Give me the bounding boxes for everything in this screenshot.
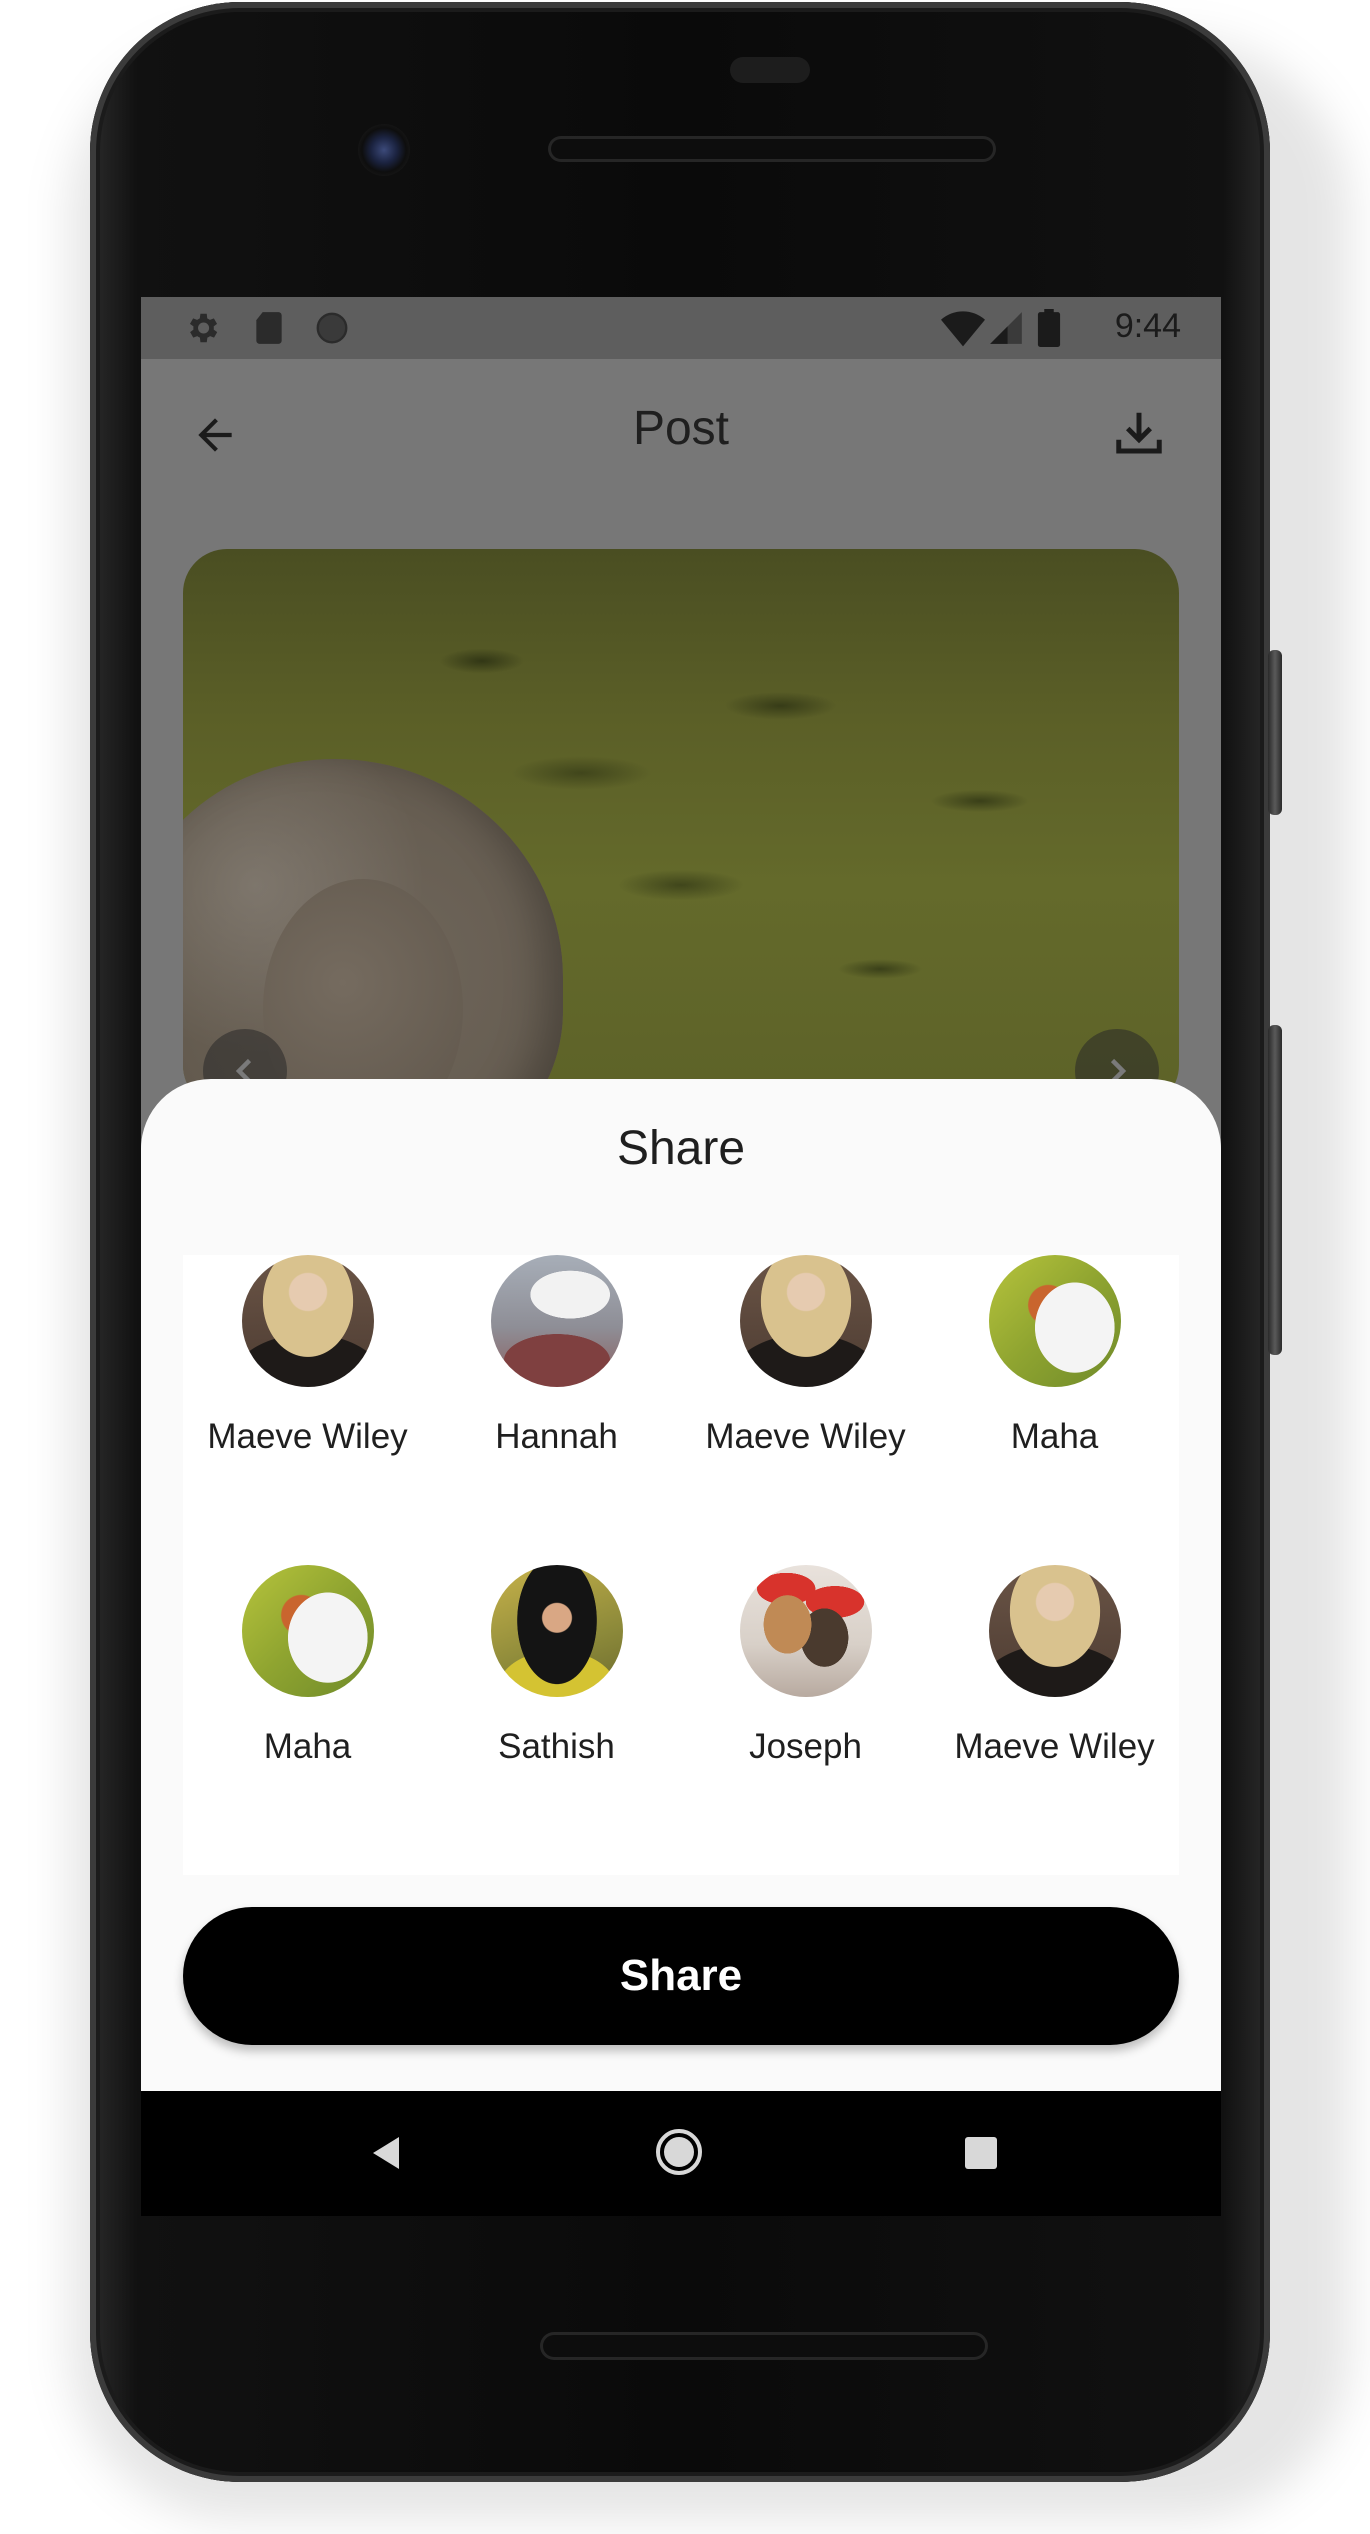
contact-item[interactable]: Maha [183, 1565, 432, 1875]
avatar [988, 1565, 1121, 1697]
front-camera [358, 124, 410, 176]
avatar [241, 1255, 374, 1387]
power-button [1268, 650, 1282, 815]
volume-button [1268, 1025, 1282, 1355]
download-button[interactable] [1107, 401, 1171, 465]
sheep-fleece [263, 879, 463, 1109]
contact-item[interactable]: Maeve Wiley [681, 1255, 930, 1565]
status-bar: 9:44 [141, 297, 1221, 359]
contact-name: Maeve Wiley [954, 1727, 1155, 1766]
avatar [739, 1255, 872, 1387]
triangle-back-icon[interactable] [367, 2133, 407, 2173]
contact-name: Joseph [749, 1727, 862, 1766]
circle-home-icon[interactable] [654, 2127, 704, 2177]
download-icon [1116, 412, 1162, 454]
contact-item[interactable]: Hannah [432, 1255, 681, 1565]
wifi-icon [941, 311, 985, 347]
avatar [988, 1255, 1121, 1387]
contact-item[interactable]: Maeve Wiley [930, 1565, 1179, 1875]
contact-item[interactable]: Maha [930, 1255, 1179, 1565]
circle-icon [316, 312, 348, 344]
avatar [739, 1565, 872, 1697]
contact-name: Maeve Wiley [207, 1417, 408, 1456]
signal-icon [990, 312, 1022, 344]
screen: 9:44 Post Share Maeve Wiley Hannah Maeve… [141, 297, 1221, 2091]
square-recents-icon[interactable] [965, 2137, 997, 2169]
contact-item[interactable]: Sathish [432, 1565, 681, 1875]
status-time: 9:44 [1114, 307, 1181, 345]
avatar [490, 1565, 623, 1697]
contact-grid: Maeve Wiley Hannah Maeve Wiley Maha Maha… [183, 1255, 1179, 1875]
contact-name: Maeve Wiley [705, 1417, 906, 1456]
battery-icon [1037, 309, 1061, 347]
bottom-speaker [540, 2332, 988, 2360]
contact-name: Maha [263, 1727, 352, 1766]
share-button[interactable]: Share [183, 1907, 1179, 2045]
system-nav-bar [141, 2091, 1221, 2216]
avatar [490, 1255, 623, 1387]
sd-card-icon [256, 312, 282, 344]
contact-name: Hannah [495, 1417, 618, 1456]
page-title: Post [632, 402, 730, 455]
device-frame: 9:44 Post Share Maeve Wiley Hannah Maeve… [0, 0, 1370, 2534]
phone-sensor [730, 57, 810, 83]
contact-name: Maha [1010, 1417, 1099, 1456]
top-speaker [548, 136, 996, 162]
sheet-title: Share [616, 1122, 746, 1175]
gear-icon [189, 313, 218, 343]
share-bottom-sheet: Share Maeve Wiley Hannah Maeve Wiley Mah… [141, 1079, 1221, 2091]
post-image[interactable] [183, 549, 1179, 1109]
contact-item[interactable]: Joseph [681, 1565, 930, 1875]
app-bar: Post [141, 359, 1221, 509]
contact-name: Sathish [498, 1727, 615, 1766]
contact-item[interactable]: Maeve Wiley [183, 1255, 432, 1565]
avatar [241, 1565, 374, 1697]
